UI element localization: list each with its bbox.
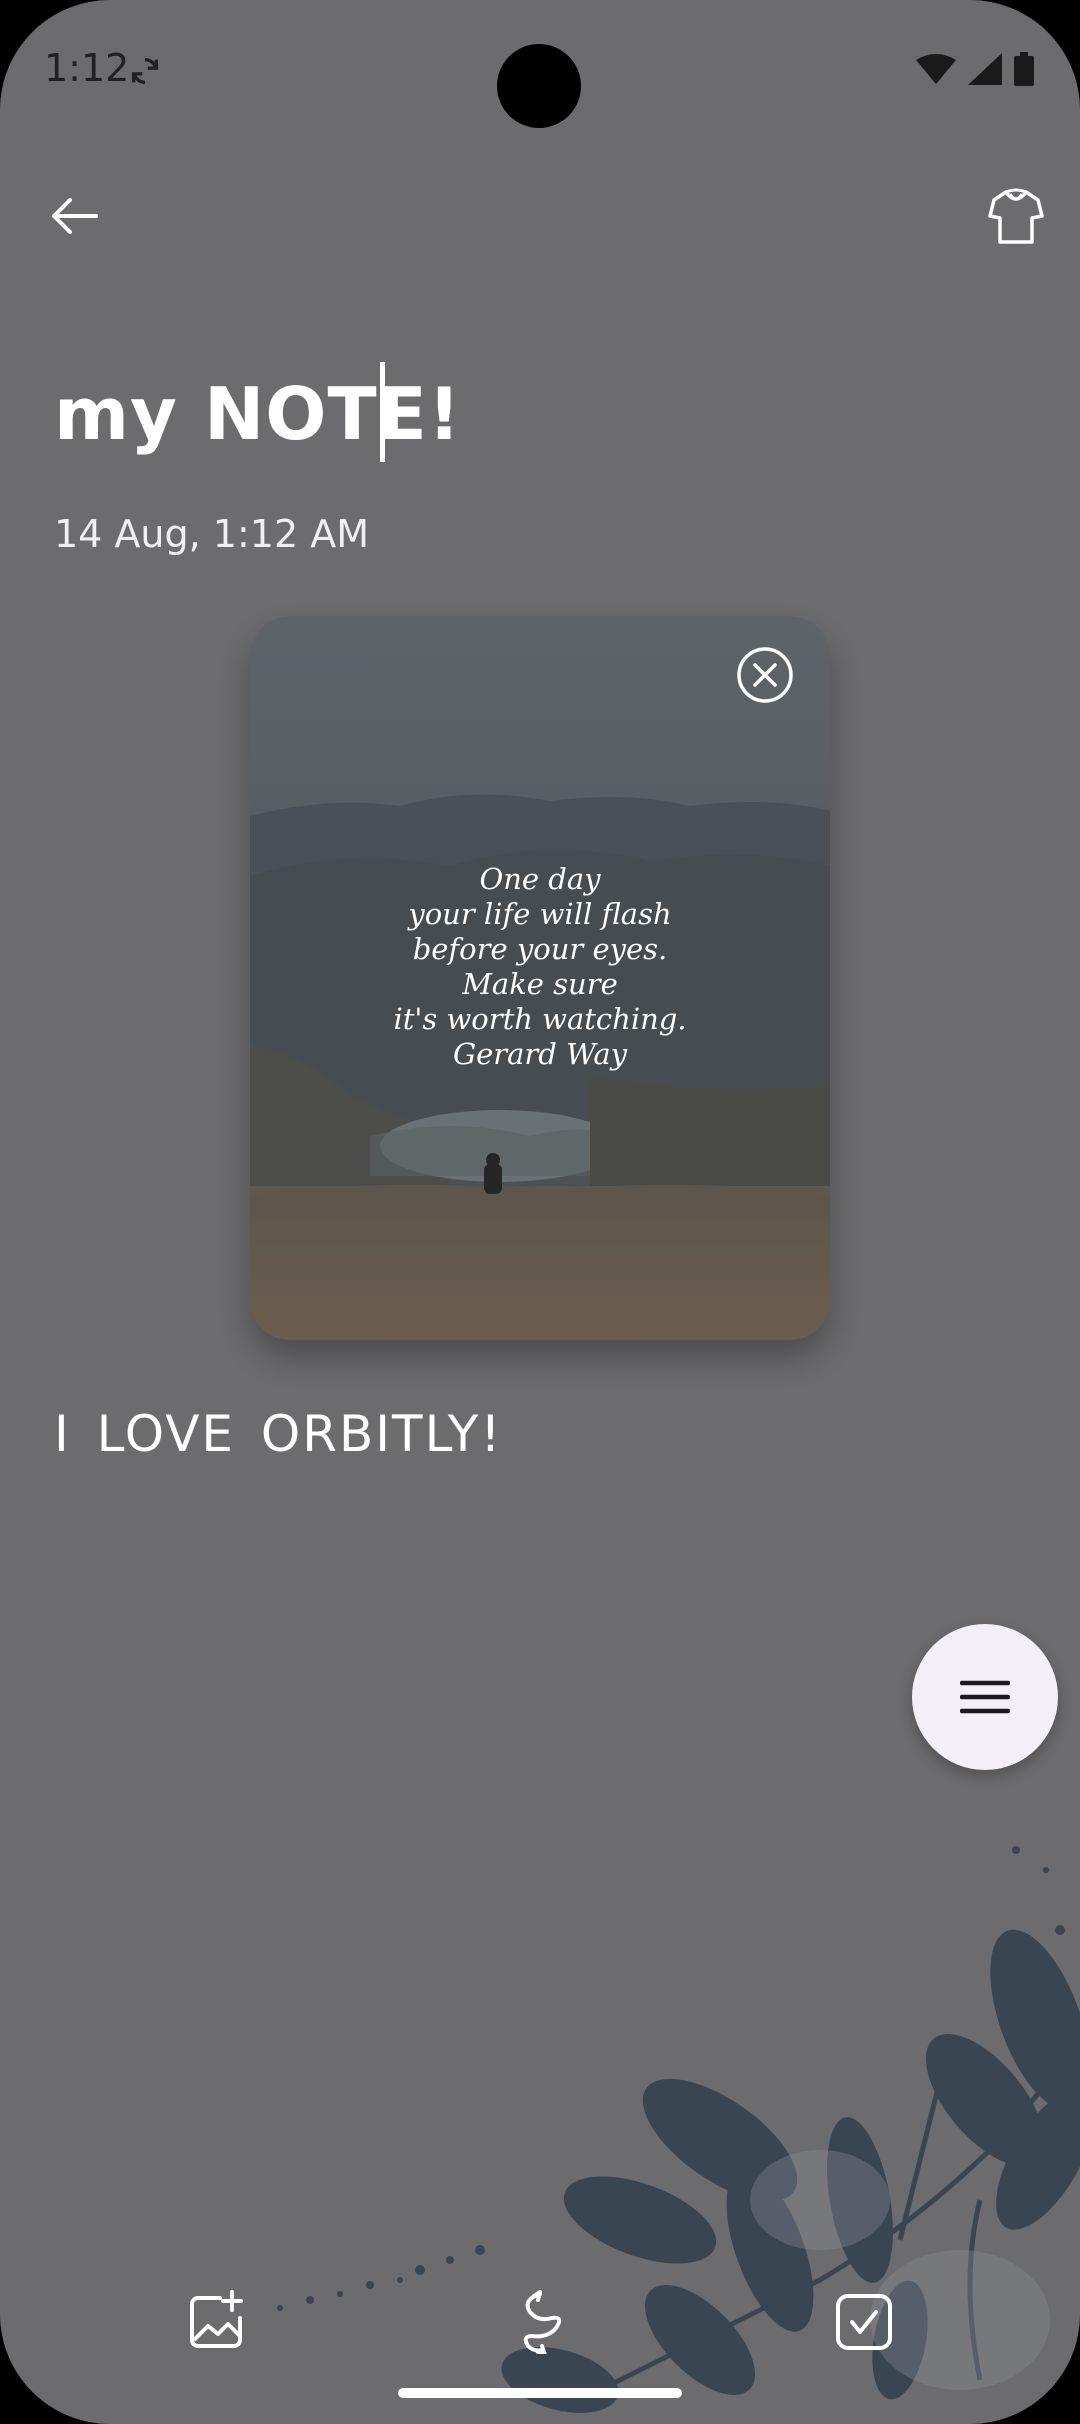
battery-icon [1014,52,1034,86]
quote-text: One day your life will flash before your… [250,862,830,1072]
quote-line: it's worth watching. [393,1002,687,1036]
note-body[interactable]: I LOVE ORBITLY! [54,1405,502,1463]
text-cursor [380,362,385,462]
close-circle-icon[interactable] [736,646,794,704]
sync-icon [131,57,159,85]
signal-icon [968,53,1002,85]
quote-line: Make sure [462,967,618,1001]
status-bar: 1:12 [0,0,1080,140]
draw-icon[interactable] [508,2290,572,2354]
checkbox-icon[interactable] [832,2290,896,2354]
arrow-left-icon[interactable] [48,190,100,242]
home-indicator[interactable] [398,2388,682,2398]
bottom-toolbar [0,2290,1080,2380]
wifi-icon [916,54,956,84]
note-date: 14 Aug, 1:12 AM [54,512,369,556]
attached-image[interactable]: One day your life will flash before your… [250,616,830,1340]
status-time: 1:12 [44,46,130,90]
menu-fab[interactable] [912,1624,1058,1770]
note-title[interactable]: my NOTE! [54,372,462,456]
shirt-icon[interactable] [986,186,1046,246]
quote-line: One day [479,862,601,896]
note-editor-screen: 1:12 my NOTE! 14 Aug, 1:12 AM One day yo… [0,0,1080,2424]
add-image-icon[interactable] [184,2290,248,2354]
camera-cutout [497,44,581,128]
menu-icon [960,1680,1010,1714]
quote-line: Gerard Way [452,1037,628,1071]
system-icons [916,52,1034,86]
quote-line: your life will flash [408,897,672,931]
quote-line: before your eyes. [412,932,668,966]
